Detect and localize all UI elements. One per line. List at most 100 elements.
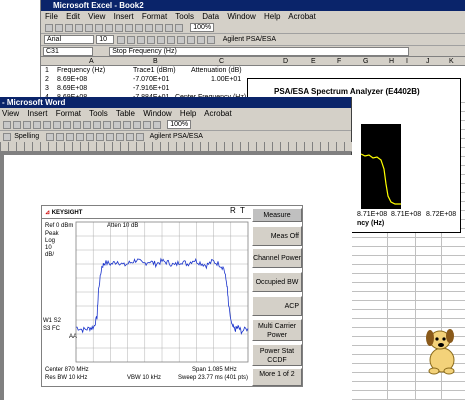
align-left-icon[interactable]	[147, 36, 156, 44]
excel-menu-format[interactable]: Format	[142, 12, 167, 21]
spell-icon[interactable]	[23, 121, 31, 129]
word-zoom-select[interactable]: 100%	[167, 120, 192, 129]
col-header-a[interactable]: A	[89, 57, 94, 66]
word-spelling-button[interactable]: Spelling	[14, 133, 39, 140]
new-icon[interactable]	[45, 24, 53, 32]
softkey-measure[interactable]: Measure	[252, 208, 302, 222]
word-addin-label[interactable]: Agilent PSA/ESA	[150, 133, 203, 140]
undo-icon[interactable]	[125, 24, 133, 32]
word-menu-insert[interactable]: Insert	[27, 109, 47, 118]
table-icon[interactable]	[103, 121, 111, 129]
sum-icon[interactable]	[136, 133, 145, 141]
word-ruler[interactable]	[0, 142, 352, 152]
bold-icon[interactable]	[117, 36, 126, 44]
cell-c1[interactable]: Attenuation (dB)	[191, 66, 242, 75]
bullets-icon[interactable]	[46, 133, 55, 141]
preview-icon[interactable]	[85, 24, 93, 32]
word-menu-view[interactable]: View	[2, 109, 19, 118]
excel-menu-edit[interactable]: Edit	[66, 12, 80, 21]
paste-icon[interactable]	[53, 121, 61, 129]
preview-icon[interactable]	[13, 121, 21, 129]
hyperlink-icon[interactable]	[93, 121, 101, 129]
numbering-icon[interactable]	[56, 133, 65, 141]
cell-a2[interactable]: 8.69E+08	[57, 75, 87, 84]
excel-addin-label[interactable]: Agilent PSA/ESA	[223, 36, 276, 43]
sum-icon[interactable]	[145, 24, 153, 32]
excel-menu-tools[interactable]: Tools	[175, 12, 194, 21]
undo-icon[interactable]	[73, 121, 81, 129]
show-hide-icon[interactable]	[153, 121, 161, 129]
excel-menu-view[interactable]: View	[88, 12, 105, 21]
percent-icon[interactable]	[187, 36, 196, 44]
cell-a3[interactable]: 8.69E+08	[57, 84, 87, 93]
print-icon[interactable]	[3, 121, 11, 129]
drawing-icon[interactable]	[175, 24, 183, 32]
save-icon[interactable]	[65, 24, 73, 32]
softkey-multi-carrier-power[interactable]: Multi Carrier Power	[252, 319, 302, 341]
copy-icon[interactable]	[43, 121, 51, 129]
word-menu-help[interactable]: Help	[180, 109, 196, 118]
excel-menu-insert[interactable]: Insert	[114, 12, 134, 21]
outdent-icon[interactable]	[66, 133, 75, 141]
fill-color-icon[interactable]	[207, 36, 216, 44]
style-icon[interactable]	[116, 133, 125, 141]
cell-b3[interactable]: -7.916E+01	[133, 84, 169, 93]
col-header-j[interactable]: J	[426, 57, 430, 66]
cut-icon[interactable]	[95, 24, 103, 32]
softkey-acp[interactable]: ACP	[252, 296, 302, 316]
col-header-g[interactable]: G	[363, 57, 368, 66]
paste-icon[interactable]	[115, 24, 123, 32]
highlight-icon[interactable]	[96, 133, 105, 141]
word-menu-table[interactable]: Table	[116, 109, 135, 118]
excel-table-icon[interactable]	[113, 121, 121, 129]
borders-icon[interactable]	[197, 36, 206, 44]
align-center-icon[interactable]	[157, 36, 166, 44]
format-painter-icon[interactable]	[63, 121, 71, 129]
excel-menu-data[interactable]: Data	[202, 12, 219, 21]
col-header-k[interactable]: K	[449, 57, 454, 66]
row-number[interactable]: 3	[45, 84, 49, 93]
font-color-icon[interactable]	[106, 133, 115, 141]
softkey-occupied-bw[interactable]: Occupied BW	[252, 272, 302, 292]
chart-wizard-icon[interactable]	[165, 24, 173, 32]
excel-name-box[interactable]: C31	[43, 47, 93, 56]
excel-menu-acrobat[interactable]: Acrobat	[288, 12, 316, 21]
sort-icon[interactable]	[155, 24, 163, 32]
copy-icon[interactable]	[105, 24, 113, 32]
excel-zoom-select[interactable]: 100%	[190, 23, 215, 32]
softkey-channel-power[interactable]: Channel Power	[252, 248, 302, 268]
redo-icon[interactable]	[135, 24, 143, 32]
print-icon[interactable]	[75, 24, 83, 32]
italic-icon[interactable]	[127, 36, 136, 44]
excel-menu-window[interactable]: Window	[227, 12, 255, 21]
underline-icon[interactable]	[137, 36, 146, 44]
excel-font-size-select[interactable]: 10	[96, 35, 115, 44]
col-header-d[interactable]: D	[283, 57, 288, 66]
spelling-icon[interactable]	[3, 133, 11, 141]
cut-icon[interactable]	[33, 121, 41, 129]
word-menu-tools[interactable]: Tools	[89, 109, 108, 118]
excel-font-name-select[interactable]: Arial	[44, 35, 94, 44]
indent-icon[interactable]	[76, 133, 85, 141]
softkey-power-stat-ccdf[interactable]: Power Stat CCDF	[252, 344, 302, 366]
col-header-e[interactable]: E	[311, 57, 316, 66]
document-map-icon[interactable]	[143, 121, 151, 129]
border-icon[interactable]	[86, 133, 95, 141]
office-assistant-dog[interactable]	[422, 320, 462, 375]
col-header-b[interactable]: B	[153, 57, 158, 66]
excel-formula-input[interactable]: Stop Frequency (Hz)	[109, 47, 410, 56]
col-header-i[interactable]: I	[406, 57, 408, 66]
cell-b2[interactable]: -7.070E+01	[133, 75, 169, 84]
softkey-meas-off[interactable]: Meas Off	[252, 226, 302, 246]
word-title-bar[interactable]: - Microsoft Word	[0, 97, 351, 108]
align-right-icon[interactable]	[167, 36, 176, 44]
col-header-h[interactable]: H	[389, 57, 394, 66]
word-menu-acrobat[interactable]: Acrobat	[204, 109, 232, 118]
softkey-more[interactable]: More 1 of 2	[252, 368, 302, 386]
col-header-c[interactable]: C	[219, 57, 224, 66]
word-menu-format[interactable]: Format	[56, 109, 81, 118]
excel-menu-file[interactable]: File	[45, 12, 58, 21]
cell-b1[interactable]: Trace1 (dBm)	[133, 66, 176, 75]
excel-menu-help[interactable]: Help	[264, 12, 280, 21]
sort-icon[interactable]	[126, 133, 135, 141]
